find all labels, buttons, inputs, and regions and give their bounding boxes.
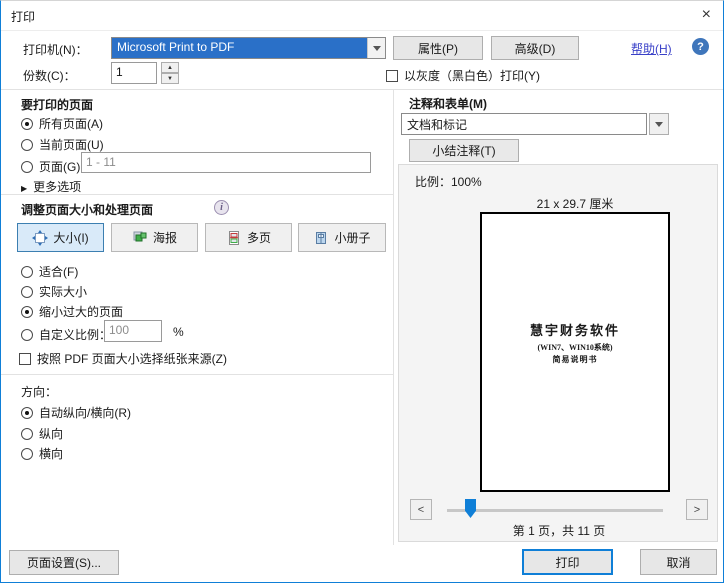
radio-icon[interactable] [21,407,33,419]
pages-section-title: 要打印的页面 [21,98,94,112]
radio-label: 所有页面(A) [39,117,103,131]
radio-auto-orientation[interactable]: 自动纵向/横向(R) [21,404,131,421]
info-icon[interactable]: i [214,200,229,215]
printer-label: 打印机(N)： [23,43,88,57]
printer-select[interactable]: Microsoft Print to PDF [111,37,386,59]
print-button[interactable]: 打印 [522,549,613,575]
radio-label: 自定义比例： [39,328,112,342]
printer-selected-value: Microsoft Print to PDF [112,38,367,58]
radio-icon[interactable] [21,428,33,440]
help-link[interactable]: 帮助(H) [631,40,672,57]
scale-readout: 比例：100% [415,175,482,189]
help-icon[interactable]: ? [692,38,709,55]
radio-label: 自动纵向/横向(R) [39,406,131,420]
copies-label: 份数(C)： [23,69,76,83]
poster-icon [133,231,147,241]
section-divider [1,194,393,195]
comments-select[interactable]: 文档和标记 [401,113,647,135]
booklet-icon [316,231,327,244]
preview-doc-subtitle2: 简易说明书 [552,355,598,364]
advanced-button[interactable]: 高级(D) [491,36,579,60]
radio-icon[interactable] [21,306,33,318]
radio-label: 缩小过大的页面 [39,305,124,319]
radio-icon[interactable] [21,329,33,341]
percent-label: % [173,325,184,339]
radio-icon[interactable] [21,266,33,278]
preview-doc-subtitle1: (WIN7、WIN10系统) [537,343,613,352]
sizing-section-title: 调整页面大小和处理页面 [21,203,154,217]
preview-page: 慧宇财务软件 (WIN7、WIN10系统) 简易说明书 [480,212,670,492]
summarize-comments-button[interactable]: 小结注释(T) [409,139,519,162]
multiple-pages-button-label: 多页 [246,231,271,245]
poster-button-label: 海报 [152,231,177,245]
more-arrow-icon[interactable]: ▶ [21,184,27,193]
orientation-title: 方向： [21,385,58,399]
section-divider [1,89,723,90]
page-status: 第 1 页，共 11 页 [512,524,606,538]
radio-portrait[interactable]: 纵向 [21,425,63,442]
radio-page-range[interactable]: 页面(G) [21,158,80,175]
window-title: 打印 [11,10,36,24]
properties-button[interactable]: 属性(P) [393,36,483,60]
radio-icon[interactable] [21,139,33,151]
radio-current-page[interactable]: 当前页面(U) [21,136,104,153]
section-divider [1,374,393,375]
paper-source-option[interactable]: 按照 PDF 页面大小选择纸张来源(Z) [19,350,227,367]
multiple-pages-icon [228,230,239,245]
spin-down-icon[interactable]: ▼ [161,73,179,84]
paper-source-label: 按照 PDF 页面大小选择纸张来源(Z) [37,352,227,366]
comments-section-title: 注释和表单(M) [409,97,487,111]
comments-selected-value: 文档和标记 [407,118,468,132]
custom-scale-input[interactable]: 100 [104,320,162,342]
radio-label: 页面(G) [39,160,81,174]
radio-label: 横向 [39,447,64,461]
more-options-label: 更多选项 [33,180,82,194]
size-icon [32,229,49,246]
size-button-label: 大小(I) [53,231,89,245]
radio-label: 实际大小 [39,285,88,299]
preview-panel: 比例：100% 21 x 29.7 厘米 慧宇财务软件 (WIN7、WIN10系… [398,164,718,542]
poster-button[interactable]: 海报 [111,223,198,252]
booklet-button[interactable]: 小册子 [298,223,386,252]
column-divider [393,89,394,545]
radio-actual-size[interactable]: 实际大小 [21,283,87,300]
next-page-button[interactable]: > [686,499,708,520]
page-range-input[interactable]: 1 - 11 [81,152,371,173]
paper-source-checkbox[interactable] [19,353,31,365]
close-icon[interactable]: × [702,6,711,24]
radio-all-pages[interactable]: 所有页面(A) [21,115,103,132]
size-button[interactable]: 大小(I) [17,223,104,252]
cancel-button[interactable]: 取消 [640,549,717,575]
comments-chevron-down-icon[interactable] [649,113,669,135]
previous-page-button[interactable]: < [410,499,432,520]
print-dialog: 打印 × 打印机(N)： Microsoft Print to PDF 属性(P… [0,0,724,583]
more-options-toggle[interactable]: ▶ 更多选项 [21,178,81,195]
radio-shrink-oversized[interactable]: 缩小过大的页面 [21,303,123,320]
chevron-down-icon[interactable] [367,38,385,58]
page-setup-button[interactable]: 页面设置(S)... [9,550,119,575]
page-slider-thumb[interactable] [465,499,476,518]
grayscale-option[interactable]: 以灰度（黑白色）打印(Y) [386,67,540,84]
radio-label: 纵向 [39,427,64,441]
radio-icon[interactable] [21,161,33,173]
copies-stepper[interactable]: ▲ ▼ [161,62,179,84]
spin-up-icon[interactable]: ▲ [161,62,179,73]
radio-landscape[interactable]: 横向 [21,445,63,462]
booklet-button-label: 小册子 [334,231,371,245]
radio-icon[interactable] [21,286,33,298]
titlebar-divider [1,30,723,31]
radio-label: 当前页面(U) [39,138,104,152]
copies-input[interactable]: 1 [111,62,157,84]
grayscale-label: 以灰度（黑白色）打印(Y) [404,69,540,83]
radio-custom-scale[interactable]: 自定义比例： [21,326,111,343]
multiple-pages-button[interactable]: 多页 [205,223,292,252]
preview-doc-title: 慧宇财务软件 [529,323,620,338]
grayscale-checkbox[interactable] [386,70,398,82]
page-slider-track[interactable] [447,509,663,512]
radio-fit[interactable]: 适合(F) [21,263,78,280]
paper-size-readout: 21 x 29.7 厘米 [536,197,614,211]
radio-icon[interactable] [21,448,33,460]
radio-label: 适合(F) [39,265,79,279]
radio-icon[interactable] [21,118,33,130]
